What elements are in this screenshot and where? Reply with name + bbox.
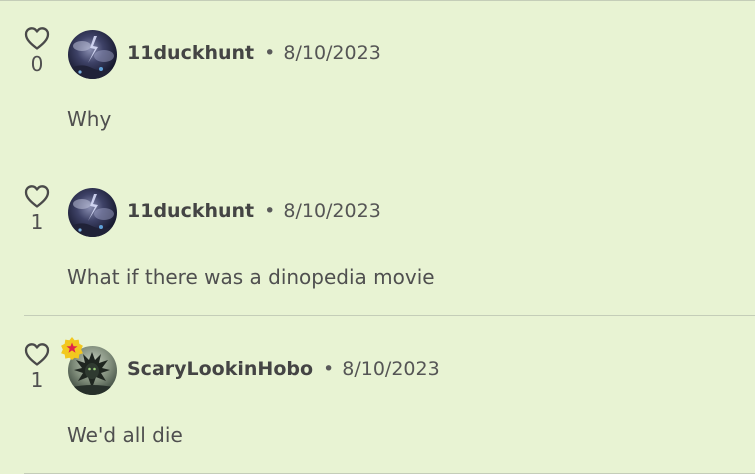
comment-text: What if there was a dinopedia movie (67, 265, 435, 289)
heart-icon[interactable] (23, 183, 51, 209)
like-control: 1 (20, 183, 54, 234)
avatar-container[interactable] (68, 188, 117, 237)
like-count: 1 (30, 368, 44, 392)
comment-item: 0 11duckhunt • 8/10/2023 Why (0, 0, 755, 158)
like-control: 1 (20, 341, 54, 392)
comment-meta: 11duckhunt • 8/10/2023 (127, 198, 381, 224)
star-badge-icon (61, 337, 83, 360)
like-count: 1 (30, 210, 44, 234)
heart-icon[interactable] (23, 25, 51, 51)
avatar[interactable] (68, 30, 117, 79)
comment-date: 8/10/2023 (283, 200, 381, 222)
comment-item: 1 11duckhunt • 8/10/2023 What if there was… (0, 158, 755, 316)
comment-text: Why (67, 107, 112, 131)
comment-text: We'd all die (67, 423, 183, 447)
comment-meta: ScaryLookinHobo • 8/10/2023 (127, 356, 440, 382)
comment-date: 8/10/2023 (342, 358, 440, 380)
author-name[interactable]: ScaryLookinHobo (127, 358, 313, 380)
comment-date: 8/10/2023 (283, 42, 381, 64)
author-name[interactable]: 11duckhunt (127, 42, 254, 64)
heart-icon[interactable] (23, 341, 51, 367)
avatar[interactable] (68, 188, 117, 237)
like-control: 0 (20, 25, 54, 76)
avatar-container[interactable] (68, 30, 117, 79)
author-name[interactable]: 11duckhunt (127, 200, 254, 222)
comment-item: 1 ScaryLookinHobo•8/10/2023 We'd all d (0, 316, 755, 474)
separator-dot: • (264, 42, 276, 64)
avatar-container[interactable] (61, 337, 117, 395)
like-count: 0 (30, 52, 44, 76)
separator-dot: • (323, 358, 335, 380)
comment-meta: 11duckhunt • 8/10/2023 (127, 40, 381, 66)
separator-dot: • (264, 200, 276, 222)
